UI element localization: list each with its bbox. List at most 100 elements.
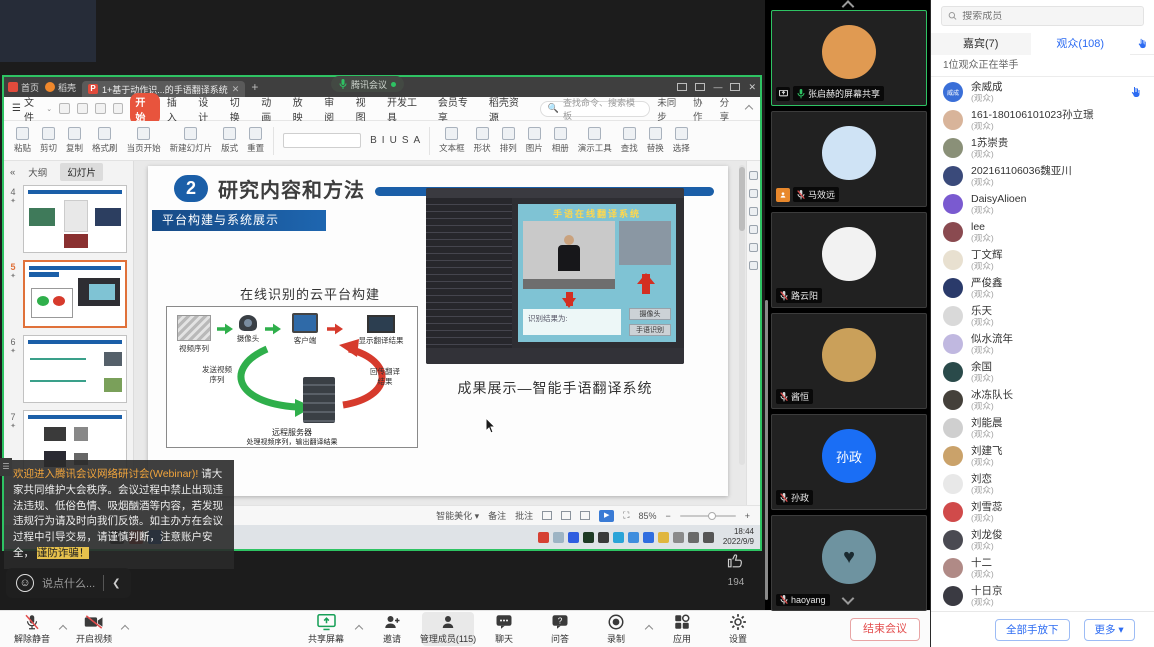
participant-row[interactable]: 丁文辉 (观众): [931, 246, 1154, 274]
more-button[interactable]: 更多 ▾: [1084, 619, 1135, 641]
end-meeting-button[interactable]: 结束会议: [850, 618, 920, 641]
ribbon-button[interactable]: 格式刷: [92, 127, 118, 154]
participant-row[interactable]: 161-180106101023孙立璟 (观众): [931, 106, 1154, 134]
video-options-chevron[interactable]: [121, 625, 129, 633]
mic-options-chevron[interactable]: [59, 625, 67, 633]
menu-tab[interactable]: 设计: [193, 93, 222, 125]
chat-button[interactable]: 聊天: [478, 612, 530, 646]
tray-icon[interactable]: [658, 532, 669, 543]
participant-row[interactable]: 十二 (观众): [931, 554, 1154, 582]
menu-tab[interactable]: 会员专享: [433, 93, 482, 125]
scrollbar-thumb[interactable]: [739, 167, 745, 231]
minimize-icon[interactable]: —: [713, 82, 722, 92]
grid-icon[interactable]: [695, 83, 705, 91]
member-search-input[interactable]: [962, 11, 1137, 22]
participant-row[interactable]: 刘雪蕊 (观众): [931, 498, 1154, 526]
menu-tab[interactable]: 开发工具: [382, 93, 431, 125]
tray-icon[interactable]: [568, 532, 579, 543]
ribbon-button[interactable]: 相册: [552, 127, 569, 154]
side-tool-icon[interactable]: [749, 225, 758, 234]
reading-view-icon[interactable]: [580, 511, 590, 520]
participant-row[interactable]: 严俊鑫 (观众): [931, 274, 1154, 302]
ribbon-button[interactable]: 选择: [673, 127, 690, 154]
meeting-indicator-pill[interactable]: 腾讯会议: [331, 76, 404, 92]
chat-quick-input[interactable]: ☺ 说点什么... ❮: [6, 568, 131, 598]
slide-thumb-5-current[interactable]: 5✦: [6, 260, 127, 328]
tray-icon[interactable]: [538, 532, 549, 543]
emoji-icon[interactable]: ☺: [16, 574, 34, 592]
share-button[interactable]: 分享: [720, 95, 739, 123]
beautify-button[interactable]: 智能美化 ▾: [436, 509, 479, 522]
slideshow-play-button[interactable]: ▶: [599, 510, 614, 522]
ribbon-button[interactable]: 粘贴: [14, 127, 31, 154]
ribbon-button[interactable]: 重置: [247, 127, 264, 154]
slide-canvas[interactable]: 2 研究内容和方法 平台构建与系统展示 在线识别的云平台构建 视频序列: [134, 161, 746, 505]
sync-status[interactable]: 未同步: [657, 95, 685, 123]
tray-icon[interactable]: [703, 532, 714, 543]
collapse-ribbon-icon[interactable]: [745, 104, 753, 112]
menu-tab[interactable]: 稻壳资源: [484, 93, 533, 125]
shared-screen[interactable]: 首页 稻壳 P 1+基于动作识...的手语翻译系统 ✕ +: [2, 75, 762, 551]
video-tile[interactable]: 张启赫的屏幕共享: [771, 10, 927, 106]
menu-tab[interactable]: 视图: [351, 93, 380, 125]
video-tile[interactable]: 酱恒: [771, 313, 927, 409]
video-tile[interactable]: 孙政 孙政: [771, 414, 927, 510]
slide-thumb-4[interactable]: 4✦: [6, 185, 127, 253]
side-tool-icon[interactable]: [749, 261, 758, 270]
ribbon-button[interactable]: 查找: [621, 127, 638, 154]
close-icon[interactable]: ✕: [748, 82, 756, 93]
participant-row[interactable]: 刘恋 (观众): [931, 470, 1154, 498]
notice-handle[interactable]: ☰: [0, 458, 12, 476]
menu-tab[interactable]: 插入: [162, 93, 191, 125]
participant-row[interactable]: lee (观众): [931, 218, 1154, 246]
participant-row[interactable]: 1苏崇贵 (观众): [931, 134, 1154, 162]
zoom-percent[interactable]: 85%: [638, 511, 656, 521]
tab-outline[interactable]: 大纲: [21, 163, 54, 181]
video-tile[interactable]: 马效远: [771, 111, 927, 207]
tray-icon[interactable]: [628, 532, 639, 543]
maximize-icon[interactable]: [730, 83, 740, 91]
ribbon-button[interactable]: 当页开始: [127, 127, 161, 154]
ribbon-button[interactable]: 文本框: [439, 127, 465, 154]
share-options-chevron[interactable]: [355, 625, 363, 633]
qa-button[interactable]: ? 问答: [534, 612, 586, 646]
participant-row[interactable]: 乐天 (观众): [931, 302, 1154, 330]
zoom-in-button[interactable]: +: [745, 511, 750, 521]
ribbon-button[interactable]: 排列: [500, 127, 517, 154]
print-icon[interactable]: [77, 103, 88, 114]
menu-tab[interactable]: 审阅: [319, 93, 348, 125]
command-search[interactable]: 🔍 查找命令、搜索模板: [540, 101, 650, 117]
tray-icon[interactable]: [688, 532, 699, 543]
save-icon[interactable]: [59, 103, 70, 114]
record-options-chevron[interactable]: [645, 625, 653, 633]
collapse-pane-icon[interactable]: «: [10, 167, 15, 178]
sorter-view-icon[interactable]: [561, 511, 571, 520]
raised-hands-tab[interactable]: [1130, 38, 1154, 49]
ribbon-button[interactable]: 剪切: [40, 127, 57, 154]
ribbon-button[interactable]: 新建幻灯片: [170, 127, 213, 154]
menu-tab[interactable]: 切换: [225, 93, 254, 125]
format-button[interactable]: B: [370, 135, 377, 146]
font-name-combo[interactable]: [283, 133, 361, 148]
ribbon-button[interactable]: 形状: [474, 127, 491, 154]
side-tool-icon[interactable]: [749, 207, 758, 216]
comments-button[interactable]: 批注: [515, 509, 533, 522]
format-button[interactable]: A: [413, 135, 420, 146]
notes-button[interactable]: 备注: [488, 509, 506, 522]
zoom-slider[interactable]: [680, 515, 736, 517]
start-video-button[interactable]: 开启视频: [68, 612, 120, 646]
menu-tab[interactable]: 开始: [130, 93, 159, 125]
zoom-out-button[interactable]: −: [665, 511, 670, 521]
settings-button[interactable]: 设置: [712, 612, 764, 646]
taskbar-clock[interactable]: 18:44 2022/9/9: [723, 527, 754, 547]
collapse-chat-icon[interactable]: ❮: [112, 578, 120, 589]
tray-icon[interactable]: [583, 532, 594, 543]
share-screen-button[interactable]: 共享屏幕: [300, 612, 352, 646]
layout-icon[interactable]: [677, 83, 687, 91]
unmute-button[interactable]: 解除静音: [6, 612, 58, 646]
participant-row[interactable]: 刘龙俊 (观众): [931, 526, 1154, 554]
participant-row[interactable]: 十日京 (观众): [931, 582, 1154, 610]
lower-all-hands-button[interactable]: 全部手放下: [995, 619, 1070, 641]
zoom-slider-knob[interactable]: [708, 512, 716, 520]
wps-docer-tab[interactable]: 稻壳: [45, 81, 76, 94]
